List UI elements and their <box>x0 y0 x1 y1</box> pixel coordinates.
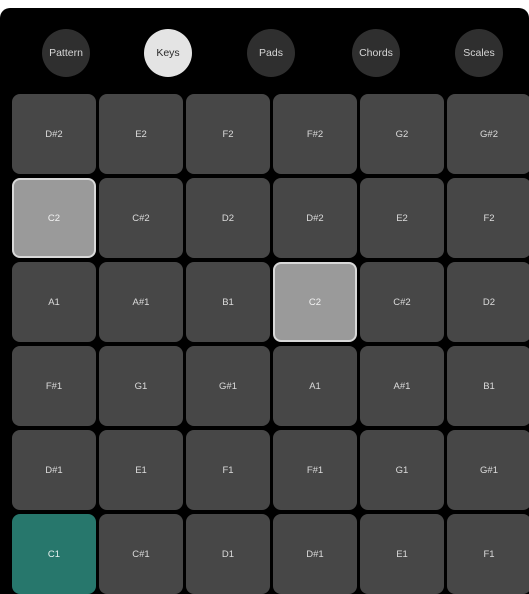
key-pad-grid: D#2 E2 F2 F#2 G2 G#2 C2 C#2 D2 D#2 E2 F2… <box>12 94 529 594</box>
key-pad-highlighted[interactable]: C2 <box>12 178 96 258</box>
key-pad[interactable]: A#1 <box>99 262 183 342</box>
mode-button-pattern[interactable]: Pattern <box>42 29 90 77</box>
key-pad[interactable]: D#2 <box>273 178 357 258</box>
key-pad[interactable]: F2 <box>186 94 270 174</box>
key-pad[interactable]: A#1 <box>360 346 444 426</box>
key-pad[interactable]: F1 <box>186 430 270 510</box>
key-pad[interactable]: C#1 <box>99 514 183 594</box>
key-pad-root[interactable]: C1 <box>12 514 96 594</box>
key-pad[interactable]: D#1 <box>12 430 96 510</box>
key-pad[interactable]: D1 <box>186 514 270 594</box>
key-pad[interactable]: D#2 <box>12 94 96 174</box>
key-pad[interactable]: G#1 <box>186 346 270 426</box>
keys-view: Pattern Keys Pads Chords Scales D#2 E2 F… <box>0 8 529 594</box>
mode-selector: Pattern Keys Pads Chords Scales <box>0 8 529 92</box>
key-pad[interactable]: C#2 <box>99 178 183 258</box>
mode-button-pads[interactable]: Pads <box>247 29 295 77</box>
key-pad[interactable]: G#1 <box>447 430 529 510</box>
key-pad[interactable]: D#1 <box>273 514 357 594</box>
key-pad-highlighted[interactable]: C2 <box>273 262 357 342</box>
mode-button-scales[interactable]: Scales <box>455 29 503 77</box>
key-pad[interactable]: D2 <box>447 262 529 342</box>
key-pad[interactable]: F2 <box>447 178 529 258</box>
key-pad[interactable]: G2 <box>360 94 444 174</box>
key-pad[interactable]: E1 <box>99 430 183 510</box>
key-pad[interactable]: B1 <box>447 346 529 426</box>
key-pad[interactable]: C#2 <box>360 262 444 342</box>
key-pad[interactable]: E1 <box>360 514 444 594</box>
key-pad[interactable]: D2 <box>186 178 270 258</box>
key-pad[interactable]: G1 <box>99 346 183 426</box>
key-pad[interactable]: F1 <box>447 514 529 594</box>
key-pad[interactable]: F#2 <box>273 94 357 174</box>
mode-button-chords[interactable]: Chords <box>352 29 400 77</box>
key-pad[interactable]: B1 <box>186 262 270 342</box>
key-pad[interactable]: E2 <box>99 94 183 174</box>
key-pad[interactable]: F#1 <box>273 430 357 510</box>
key-pad[interactable]: G#2 <box>447 94 529 174</box>
mode-button-keys[interactable]: Keys <box>144 29 192 77</box>
key-pad[interactable]: F#1 <box>12 346 96 426</box>
key-pad[interactable]: E2 <box>360 178 444 258</box>
key-pad[interactable]: A1 <box>273 346 357 426</box>
key-pad[interactable]: A1 <box>12 262 96 342</box>
key-pad[interactable]: G1 <box>360 430 444 510</box>
